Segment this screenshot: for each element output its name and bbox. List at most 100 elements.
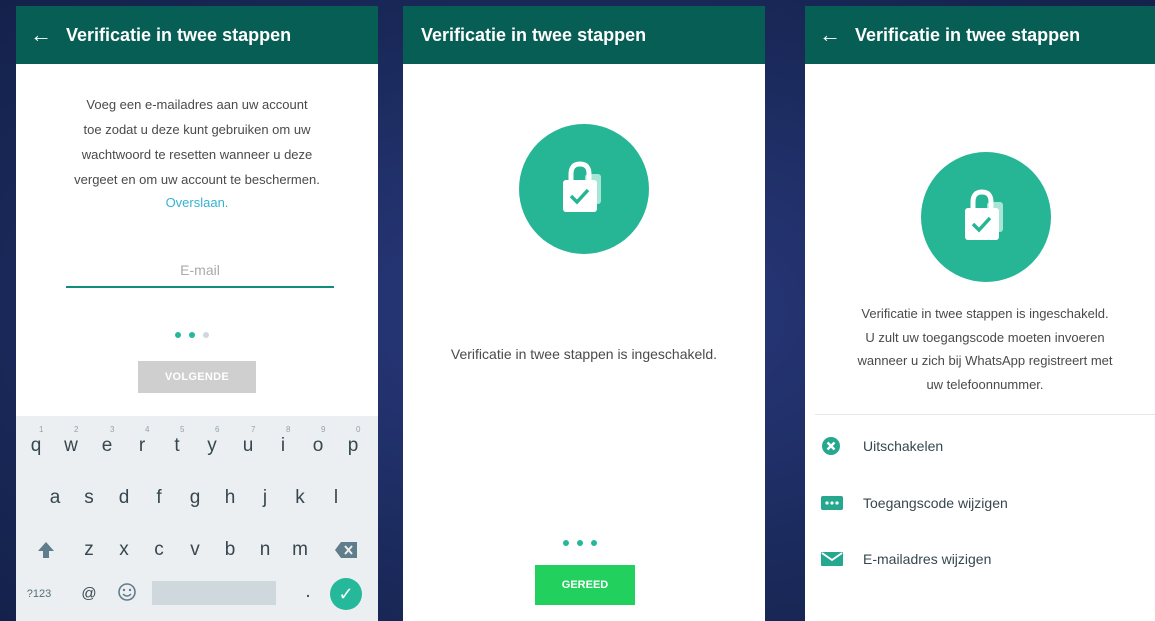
key-t[interactable]: 5t	[162, 424, 192, 464]
lock-badge	[519, 124, 649, 254]
at-key[interactable]: @	[74, 580, 104, 608]
progress-dots	[175, 332, 209, 338]
key-number-hint: 2	[74, 425, 79, 434]
key-z[interactable]: z	[74, 528, 104, 568]
key-p[interactable]: 0p	[338, 424, 368, 464]
key-b[interactable]: b	[215, 528, 245, 568]
key-e[interactable]: 3e	[92, 424, 122, 464]
spacebar[interactable]	[152, 581, 276, 605]
emoji-icon[interactable]	[112, 578, 142, 606]
key-a[interactable]: a	[40, 476, 70, 516]
progress-dot-3	[591, 540, 597, 546]
page-title: Verificatie in twee stappen	[66, 24, 292, 45]
keyboard-row-3: z x c v b n m	[16, 528, 378, 568]
key-o[interactable]: 9o	[303, 424, 333, 464]
progress-dot-3	[203, 332, 209, 338]
intro-text: Voeg een e-mailadres aan uw account toe …	[42, 92, 352, 214]
onscreen-keyboard: 1q 2w 3e 4r 5t 6y 7u 8i 9o 0p a s d f g …	[16, 416, 378, 621]
cancel-icon	[821, 436, 863, 456]
next-button[interactable]: VOLGENDE	[138, 361, 256, 393]
enabled-description: Verificatie in twee stappen is ingeschak…	[815, 302, 1155, 396]
key-f[interactable]: f	[144, 476, 174, 516]
description-line: wanneer u zich bij WhatsApp registreert …	[857, 353, 1113, 368]
passcode-icon	[821, 495, 863, 511]
key-j[interactable]: j	[250, 476, 280, 516]
lock-check-icon	[965, 189, 1003, 240]
key-d[interactable]: d	[109, 476, 139, 516]
key-number-hint: 0	[356, 425, 361, 434]
progress-dot-1	[175, 332, 181, 338]
intro-line: wachtwoord te resetten wanneer u deze	[81, 147, 313, 162]
option-label: Toegangscode wijzigen	[863, 495, 1008, 511]
key-q[interactable]: 1q	[21, 424, 51, 464]
email-field[interactable]	[66, 254, 334, 288]
key-label: e	[101, 435, 113, 456]
key-number-hint: 3	[110, 425, 115, 434]
app-bar: ← Verificatie in twee stappen	[16, 6, 378, 64]
shift-icon[interactable]	[31, 528, 61, 568]
progress-dot-2	[189, 332, 195, 338]
enabled-message: Verificatie in twee stappen is ingeschak…	[450, 346, 718, 362]
progress-dots	[563, 540, 597, 546]
key-label: p	[347, 435, 359, 456]
option-label: Uitschakelen	[863, 438, 944, 454]
check-icon[interactable]: ✓	[330, 578, 362, 610]
key-v[interactable]: v	[180, 528, 210, 568]
key-w[interactable]: 2w	[56, 424, 86, 464]
key-c[interactable]: c	[144, 528, 174, 568]
key-y[interactable]: 6y	[197, 424, 227, 464]
app-bar: ← Verificatie in twee stappen	[805, 6, 1155, 64]
key-r[interactable]: 4r	[127, 424, 157, 464]
keyboard-row-1: 1q 2w 3e 4r 5t 6y 7u 8i 9o 0p	[16, 424, 378, 464]
period-key[interactable]: .	[293, 578, 323, 606]
key-g[interactable]: g	[180, 476, 210, 516]
screen-add-email: ← Verificatie in twee stappen Voeg een e…	[16, 6, 378, 621]
key-label: y	[207, 435, 217, 456]
symbols-key[interactable]: ?123	[24, 580, 54, 608]
key-label: u	[242, 435, 254, 456]
key-number-hint: 6	[215, 425, 220, 434]
email-field-wrapper	[66, 254, 334, 288]
intro-line: toe zodat u deze kunt gebruiken om uw	[83, 122, 311, 137]
key-l[interactable]: l	[321, 476, 351, 516]
key-label: o	[312, 435, 324, 456]
change-email-option[interactable]: E-mailadres wijzigen	[821, 545, 991, 573]
key-number-hint: 8	[286, 425, 291, 434]
key-label: r	[138, 435, 146, 456]
done-button[interactable]: GEREED	[535, 565, 635, 605]
progress-dot-1	[563, 540, 569, 546]
key-n[interactable]: n	[250, 528, 280, 568]
lock-badge	[921, 152, 1051, 282]
intro-section: Voeg een e-mailadres aan uw account toe …	[16, 92, 378, 214]
key-label: i	[280, 435, 286, 456]
progress-dot-2	[577, 540, 583, 546]
key-label: q	[30, 435, 42, 456]
lock-check-icon	[563, 161, 601, 212]
mail-icon	[821, 551, 863, 567]
backspace-icon[interactable]	[331, 528, 361, 568]
key-k[interactable]: k	[285, 476, 315, 516]
key-i[interactable]: 8i	[268, 424, 298, 464]
back-arrow-icon[interactable]: ←	[805, 24, 855, 46]
option-label: E-mailadres wijzigen	[863, 551, 992, 567]
key-u[interactable]: 7u	[233, 424, 263, 464]
page-title: Verificatie in twee stappen	[421, 24, 647, 45]
key-x[interactable]: x	[109, 528, 139, 568]
description-line: uw telefoonnummer.	[926, 376, 1044, 392]
key-label: t	[174, 435, 180, 456]
intro-line: vergeet en om uw account te beschermen.	[74, 172, 320, 187]
key-number-hint: 7	[251, 425, 256, 434]
key-number-hint: 5	[180, 425, 185, 434]
app-bar: Verificatie in twee stappen	[403, 6, 765, 64]
key-s[interactable]: s	[74, 476, 104, 516]
change-passcode-option[interactable]: Toegangscode wijzigen	[821, 489, 1008, 517]
key-number-hint: 9	[321, 425, 326, 434]
key-number-hint: 4	[145, 425, 150, 434]
key-m[interactable]: m	[285, 528, 315, 568]
skip-link[interactable]: Overslaan.	[42, 192, 352, 214]
back-arrow-icon[interactable]: ←	[16, 24, 66, 46]
disable-option[interactable]: Uitschakelen	[821, 432, 943, 460]
key-h[interactable]: h	[215, 476, 245, 516]
screen-settings: ← Verificatie in twee stappen Verificati…	[805, 6, 1155, 621]
description-line: Verificatie in twee stappen is ingeschak…	[861, 306, 1109, 321]
